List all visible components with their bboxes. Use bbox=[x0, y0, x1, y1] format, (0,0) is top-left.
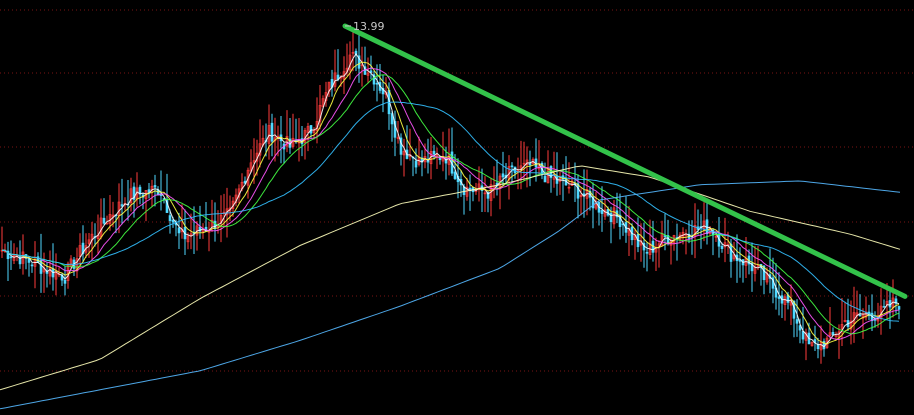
candle-body bbox=[375, 82, 379, 85]
stock-chart: 13.99 bbox=[0, 9, 914, 410]
candle-body bbox=[270, 122, 274, 142]
candle-body bbox=[801, 330, 805, 340]
candle-body bbox=[831, 331, 835, 336]
candle-body bbox=[777, 296, 781, 299]
candle-body bbox=[177, 227, 181, 234]
candle-body bbox=[543, 175, 547, 183]
candle-body bbox=[153, 185, 157, 188]
candle-body bbox=[600, 210, 604, 214]
candle-body bbox=[513, 166, 517, 174]
candle-body bbox=[102, 217, 106, 224]
candle-body bbox=[432, 150, 436, 155]
candle-body bbox=[795, 319, 799, 324]
candle-body bbox=[63, 279, 67, 284]
candle-body bbox=[309, 125, 313, 134]
candle-body bbox=[9, 256, 13, 259]
candle-body bbox=[171, 219, 175, 223]
candle-body bbox=[510, 165, 514, 168]
candle-body bbox=[501, 173, 505, 178]
candle-body bbox=[414, 160, 418, 168]
candle-body bbox=[645, 251, 649, 254]
peak-price-label: 13.99 bbox=[353, 20, 385, 33]
candle-body bbox=[453, 171, 457, 179]
candle-body bbox=[897, 306, 901, 310]
candle-body bbox=[18, 255, 22, 265]
candle-body bbox=[30, 264, 34, 267]
candle-body bbox=[882, 306, 886, 308]
candle-body bbox=[720, 245, 724, 249]
candle-body bbox=[120, 204, 124, 207]
candle-body bbox=[858, 314, 862, 317]
candle-body bbox=[168, 215, 172, 222]
candle-body bbox=[729, 243, 733, 262]
candles-group bbox=[0, 31, 901, 364]
